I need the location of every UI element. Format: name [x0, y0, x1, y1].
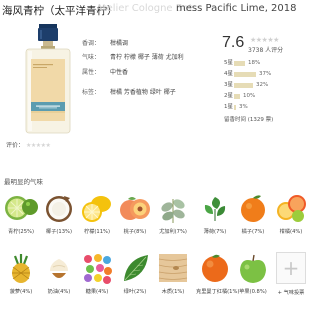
apple-icon [236, 251, 270, 285]
rating-distribution: 5星 18% 4星 37% 3星 32% 2星 10% 1星 3% [224, 58, 304, 113]
my-rating-label: 评价： [6, 142, 25, 149]
note-item[interactable]: 糖果(4%) [78, 251, 116, 301]
lemon-icon [80, 191, 114, 225]
info-gender-value[interactable]: 中性香 [110, 69, 128, 76]
mint-icon [198, 191, 232, 225]
note-label: 绿叶(2%) [123, 289, 147, 295]
note-label: 柑橘(4%) [279, 229, 303, 235]
orange-icon [236, 191, 270, 225]
citrus-icon [274, 191, 308, 225]
note-item[interactable]: 椰子(13%) [40, 191, 78, 241]
info-tags-label: 标签： [82, 89, 101, 96]
info-family-label: 香调： [82, 40, 101, 47]
note-item[interactable]: 青柠(25%) [2, 191, 40, 241]
note-label: + 气味投票 [277, 290, 305, 296]
info-tags-value[interactable]: 柑橘 芳香植物 绿叶 椰子 [110, 89, 176, 96]
note-label: 糖果(4%) [85, 289, 109, 295]
clementine-icon [198, 251, 232, 285]
distribution-row: 2星 10% [224, 91, 304, 102]
info-family-value[interactable]: 柑橘调 [110, 40, 128, 47]
info-smell-row: 气味： 青柠 柠檬 椰子 薄荷 尤加利 [82, 53, 184, 62]
distribution-bar [234, 61, 245, 66]
distribution-row: 1星 3% [224, 102, 304, 113]
coconut-icon [42, 191, 76, 225]
candy-icon [80, 251, 114, 285]
note-label: 柠檬(11%) [84, 229, 110, 235]
distribution-label: 2星 [224, 93, 233, 99]
note-item[interactable]: 尤加利(7%) [154, 191, 192, 241]
notes-grid: 青柠(25%) 椰子(13%) 柠檬(11%) 桃子(8%) 尤加利(7%) 薄荷(7%)… [0, 191, 310, 310]
info-family-row: 香调： 柑橘调 [82, 39, 128, 48]
eucalyptus-icon [156, 191, 190, 225]
distribution-pct: 32% [256, 82, 269, 88]
distribution-pct: 18% [248, 60, 261, 66]
info-gender-label: 属性： [82, 69, 101, 76]
distribution-pct: 37% [259, 71, 272, 77]
distribution-row: 3星 32% [224, 80, 304, 91]
note-label: 尤加利(7%) [159, 229, 187, 235]
score-value: 7.6 [222, 34, 245, 51]
note-label: 克里曼丁红橘(1%) [196, 289, 240, 295]
note-item[interactable]: 克里曼丁红橘(1%) [196, 251, 240, 301]
distribution-label: 4星 [224, 71, 233, 77]
note-label: 奶油(4%) [47, 289, 71, 295]
note-label: 苹果(0.8%) [239, 289, 267, 295]
distribution-bar [234, 72, 256, 77]
my-rating[interactable]: 评价： ★★★★★ [6, 140, 51, 149]
cream-icon [42, 251, 76, 285]
wood-icon [156, 251, 190, 285]
note-label: 桃子(8%) [123, 229, 147, 235]
note-item[interactable]: 桃子(8%) [116, 191, 154, 241]
note-item[interactable]: 木质(1%) [154, 251, 192, 301]
distribution-row: 5星 18% [224, 58, 304, 69]
info-smell-value[interactable]: 青柠 柠檬 椰子 薄荷 尤加利 [110, 54, 184, 61]
info-smell-label: 气味： [82, 54, 101, 61]
note-item[interactable]: 柠檬(11%) [78, 191, 116, 241]
note-item[interactable]: 苹果(0.8%) [234, 251, 272, 301]
my-rating-stars-icon[interactable]: ★★★★★ [26, 142, 51, 149]
distribution-label: 1星 [224, 104, 233, 110]
pineapple-icon [4, 251, 38, 285]
distribution-pct: 10% [243, 93, 256, 99]
info-gender-row: 属性： 中性香 [82, 68, 128, 77]
note-label: 青柠(25%) [8, 229, 34, 235]
note-label: 薄荷(7%) [203, 229, 227, 235]
score-stars-icon: ★★★★★ [250, 36, 279, 44]
distribution-row: 4星 37% [224, 69, 304, 80]
note-label: 橘子(7%) [241, 229, 265, 235]
note-label: 椰子(13%) [46, 229, 72, 235]
note-label: 木质(1%) [161, 289, 185, 295]
distribution-label: 5星 [224, 60, 233, 66]
note-item[interactable]: 薄荷(7%) [196, 191, 234, 241]
note-label: 菠萝(4%) [9, 289, 33, 295]
note-item[interactable]: 柑橘(4%) [272, 191, 310, 241]
note-item[interactable]: 橘子(7%) [234, 191, 272, 241]
score-votes: 3738 人评分 [248, 47, 284, 54]
notes-section-title: 最明显的气味 [4, 178, 43, 186]
distribution-bar [234, 94, 240, 99]
distribution-pct: 3% [239, 104, 248, 110]
distribution-label: 3星 [224, 82, 233, 88]
note-item[interactable]: 绿叶(2%) [116, 251, 154, 301]
note-item[interactable]: + + 气味投票 [272, 251, 310, 301]
note-item[interactable]: 奶油(4%) [40, 251, 78, 301]
info-tags-row: 标签： 柑橘 芳香植物 绿叶 椰子 [82, 88, 176, 97]
longevity-link[interactable]: 留香时间 (1329 票) [224, 115, 273, 123]
note-item[interactable]: 菠萝(4%) [2, 251, 40, 301]
perfume-title-en: mess Pacific Lime, 2018 [176, 3, 297, 14]
score-block: 7.6 ★★★★★ 3738 人评分 [222, 34, 283, 54]
add-note-icon: + [274, 252, 308, 286]
distribution-bar [234, 105, 236, 110]
distribution-bar [234, 83, 253, 88]
peach-icon [118, 191, 152, 225]
lime-icon [4, 191, 38, 225]
greenleaf-icon [118, 251, 152, 285]
perfume-bottle-image [12, 24, 84, 136]
